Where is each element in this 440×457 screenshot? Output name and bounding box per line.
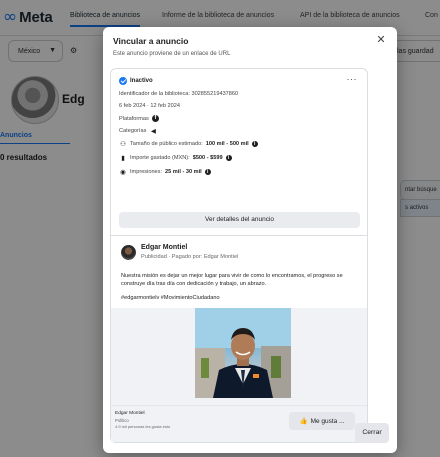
advertiser-name[interactable]: Edgar Montiel [141, 244, 187, 251]
impressions-value: 25 mil - 30 mil [165, 169, 202, 175]
library-id: Identificador de la biblioteca: 30285521… [119, 91, 239, 97]
ad-hashtags: #edgarmontielv #MovimientoCiudadano [121, 295, 220, 301]
more-options-icon[interactable]: ··· [347, 74, 358, 84]
spend-row: ▮ Importe gastado (MXN): $500 - $599 i [119, 154, 232, 162]
sponsored-by: Publicidad · Pagado por: Edgar Montiel [141, 254, 239, 260]
categories-label: Categorías [119, 128, 147, 134]
close-button[interactable]: Cerrar [355, 423, 389, 443]
status-text: Inactivo [130, 78, 153, 84]
bar-chart-icon: ▮ [121, 155, 125, 162]
close-icon[interactable]: ✕ [373, 32, 389, 48]
spend-value: $500 - $599 [192, 155, 223, 161]
check-circle-icon [119, 77, 127, 85]
info-icon[interactable]: i [251, 141, 258, 147]
people-icon: ⚇ [120, 141, 126, 148]
link-to-ad-dialog: Vincular a anuncio Este anuncio proviene… [103, 27, 397, 453]
ad-card: Inactivo ··· Identificador de la bibliot… [110, 68, 368, 443]
dialog-title: Vincular a anuncio [113, 36, 189, 46]
man-portrait-image [195, 308, 291, 398]
impressions-row: ◉ Impresiones: 25 mil - 30 mil i [119, 168, 211, 176]
cta-likes-count: 4.9 mil personas les gusta esto [115, 424, 171, 429]
info-icon[interactable]: i [204, 169, 211, 175]
like-button-label: Me gusta ... [310, 417, 345, 425]
categories-row: Categorías ◀ [119, 127, 157, 135]
cta-page-category: Político [115, 418, 129, 423]
run-dates: 6 feb 2024 · 12 feb 2024 [119, 103, 180, 109]
ad-photo [195, 308, 291, 398]
dialog-subtitle: Este anuncio proviene de un enlace de UR… [113, 51, 231, 57]
facebook-icon: f [151, 115, 159, 122]
thumbs-up-icon: 👍 [299, 418, 308, 425]
status-badge: Inactivo [119, 77, 153, 85]
eye-icon: ◉ [120, 169, 126, 176]
ad-cta-strip: Edgar Montiel Político 4.9 mil personas … [111, 405, 367, 442]
audience-row: ⚇ Tamaño de público estimado: 100 mil - … [119, 140, 258, 148]
audience-value: 100 mil - 500 mil [205, 141, 249, 147]
view-ad-details-button[interactable]: Ver detalles del anuncio [119, 212, 360, 228]
info-icon[interactable]: i [225, 155, 232, 161]
megaphone-icon: ◀ [150, 128, 156, 135]
divider [111, 235, 367, 236]
ad-body-text: Nuestra misión es dejar un mejor lugar p… [121, 273, 343, 288]
ad-media [111, 308, 367, 405]
platforms-label: Plataformas [119, 115, 149, 122]
cta-page-name: Edgar Montiel [115, 411, 145, 416]
audience-label: Tamaño de público estimado: [130, 141, 203, 147]
advertiser-avatar[interactable] [121, 245, 136, 260]
impressions-label: Impresiones: [130, 169, 163, 175]
platforms-row: Plataformas f [119, 115, 159, 122]
like-page-button[interactable]: 👍 Me gusta ... [289, 412, 355, 430]
spend-label: Importe gastado (MXN): [130, 155, 190, 161]
